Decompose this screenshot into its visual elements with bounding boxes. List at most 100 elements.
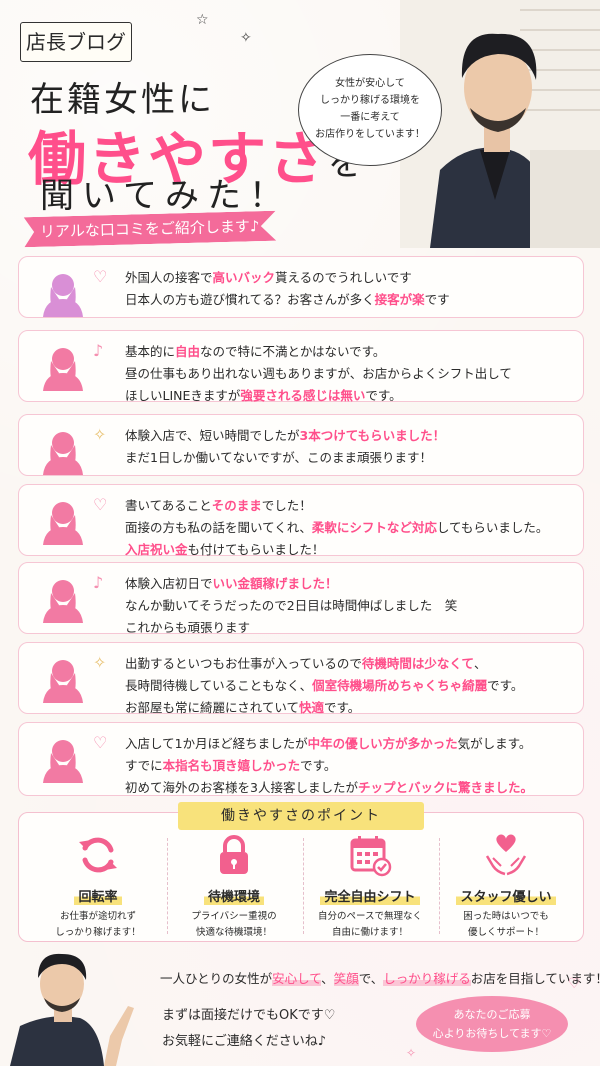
manager-speech-bubble: 女性が安心して しっかり稼げる環境を 一番に考えて お店作りをしています！ — [298, 54, 442, 166]
review-text-segment: 入店して1か月ほど経ちましたが — [125, 736, 308, 751]
footer-interview-note: まずは面接だけでもOKです♡ — [162, 1008, 336, 1023]
apply-cta-badge: あなたのご応募 心よりお待ちしてます♡ — [416, 996, 568, 1052]
review-text-segment: 長時間待機していることもなく、 — [125, 678, 313, 693]
review-highlight: チップとバックに驚きました。 — [357, 780, 533, 795]
review-text-segment: なんか動いてそうだったので2日目は時間伸ばしました 笑 — [125, 598, 458, 613]
music-note-icon: ♪ — [93, 573, 104, 592]
sparkle-icon: ☆ — [196, 12, 209, 28]
review-card: ✧ 出勤するといつもお仕事が入っているので待機時間は少なくて、 長時間待機しているこ… — [18, 642, 584, 715]
point-desc-line: 優しくサポート！ — [467, 927, 544, 938]
review-line: 基本的に自由なので特に不満とかはないです。 — [125, 341, 575, 363]
review-card: ♪ 体験入店初日でいい金額稼げました！ なんか動いてそうだったので2日目は時間伸ばし… — [18, 562, 584, 635]
review-text-segment: 面接の方も私の話を聞いてくれ、 — [125, 520, 312, 535]
avatar-icon — [43, 660, 83, 703]
footer-text-segment: で、 — [358, 971, 384, 986]
review-text-segment: 昼の仕事もあり出れない週もありますが、お店からよくシフト出して — [125, 366, 512, 381]
point-desc-line: 快適な待機環境！ — [195, 927, 272, 938]
blog-tag: 店長ブログ — [20, 22, 132, 62]
review-line: 日本人の方も遊び慣れてる？お客さんが多く接客が楽です — [125, 289, 575, 311]
review-text-segment: です。 — [324, 700, 361, 715]
avatar-icon — [43, 274, 83, 317]
review-text-segment: です。 — [487, 678, 524, 693]
point-title: 回転率 — [74, 886, 122, 905]
review-text: 外国人の接客で高いバック貰えるのでうれしいです 日本人の方も遊び慣れてる？お客さん… — [125, 267, 575, 311]
calendar-icon — [350, 836, 392, 877]
sparkle-icon: ✧ — [240, 30, 252, 46]
review-text-segment: 気がします。 — [457, 736, 532, 751]
review-text: 体験入店初日でいい金額稼げました！ なんか動いてそうだったので2日目は時間伸ばしま… — [125, 573, 575, 639]
review-line: 面接の方も私の話を聞いてくれ、柔軟にシフトなど対応してもらいました。 — [125, 517, 575, 539]
review-text-segment: です。 — [365, 388, 402, 403]
bubble-line: 女性が安心して — [335, 78, 405, 89]
review-card: ✧ 体験入店で、短い時間でしたが3本つけてもらいました！ まだ1日しか働いてないです… — [18, 414, 584, 476]
cta-line: あなたのご応募 — [453, 1008, 531, 1021]
review-text-segment: 出勤するといつもお仕事が入っているので — [125, 656, 362, 671]
review-highlight: 3本つけてもらいました！ — [299, 428, 446, 443]
review-highlight: そのまま — [211, 498, 262, 513]
review-line: ほしいLINEきますが強要される感じは無いです。 — [125, 385, 575, 407]
review-line: 書いてあることそのままでした！ — [125, 495, 575, 517]
review-text: 入店して1か月ほど経ちましたが中年の優しい方が多かった気がします。すでに本指名も… — [125, 733, 575, 799]
review-line: 入店祝い金も付けてもらいました！ — [125, 539, 575, 561]
review-line: お部屋も常に綺麗にされていて快適です。 — [125, 697, 575, 719]
review-text-segment: です。 — [300, 758, 337, 773]
review-highlight: 接客が楽 — [374, 292, 425, 307]
footer-highlight: 笑顔 — [333, 971, 359, 986]
sparkle-icon: ✧ — [93, 653, 107, 672]
review-highlight: 快適 — [299, 700, 325, 715]
page-title-line3: 聞いてみた！ — [40, 176, 291, 216]
review-text-segment: も付けてもらいました！ — [187, 542, 325, 557]
footer-message: 一人ひとりの女性が安心して、笑顔で、しっかり稼げるお店を目指しています！ — [160, 968, 600, 987]
review-text-segment: です — [424, 292, 450, 307]
review-highlight: 中年の優しい方が多かった — [307, 736, 458, 751]
avatar-icon — [43, 348, 83, 391]
footer-text-segment: 、 — [321, 971, 334, 986]
review-card: ♡ 書いてあることそのままでした！ 面接の方も私の話を聞いてくれ、柔軟にシフトなど対… — [18, 484, 584, 557]
review-text-segment: でした！ — [261, 498, 312, 513]
review-text-segment: お部屋も常に綺麗にされていて — [125, 700, 300, 715]
music-note-icon: ♪ — [93, 341, 104, 360]
review-text: 書いてあることそのままでした！ 面接の方も私の話を聞いてくれ、柔軟にシフトなど対応… — [125, 495, 575, 561]
footer-text-segment: お店を目指しています！ — [470, 971, 600, 986]
avatar-icon — [43, 580, 83, 623]
refresh-icon — [79, 837, 117, 873]
point-turnover: 回転率 お仕事が途切れず しっかり稼げます！ — [30, 826, 168, 938]
point-desc-line: 困った時はいつでも — [463, 911, 549, 922]
review-text-segment: 体験入店で、短い時間でしたが — [125, 428, 300, 443]
review-line: これからも頑張ります — [125, 617, 575, 639]
review-line: まだ1日しか働いてないですが、このまま頑張ります！ — [125, 447, 575, 469]
review-text-segment: ほしいLINEきますが — [125, 388, 241, 403]
footer-contact-note: お気軽にご連絡くださいね♪ — [162, 1034, 327, 1049]
sparkle-icon: ✧ — [406, 1046, 417, 1060]
review-highlight: 入店祝い金 — [125, 542, 188, 557]
review-line: 外国人の接客で高いバック貰えるのでうれしいです — [125, 267, 575, 289]
review-text-segment: 初めて海外のお客様を3人接客しましたが — [125, 780, 358, 795]
review-line: すでに本指名も頂き嬉しかったです。 — [125, 755, 575, 777]
review-text-segment: 基本的に — [125, 344, 176, 359]
review-card: ♪ 基本的に自由なので特に不満とかはないです。昼の仕事もあり出れない週もありますが… — [18, 330, 584, 403]
review-highlight: 高いバック — [212, 270, 276, 285]
point-free-shift: 完全自由シフト 自分のペースで無理なく 自由に働けます！ — [302, 826, 440, 938]
heart-icon: ♡ — [93, 495, 108, 514]
review-text-segment: 、 — [474, 656, 487, 671]
review-text-segment: 外国人の接客で — [125, 270, 213, 285]
review-text: 体験入店で、短い時間でしたが3本つけてもらいました！ まだ1日しか働いてないですが… — [125, 425, 575, 469]
review-line: 昼の仕事もあり出れない週もありますが、お店からよくシフト出して — [125, 363, 575, 385]
cta-line: 心よりお待ちしてます♡ — [432, 1027, 552, 1040]
review-card: ♡ 外国人の接客で高いバック貰えるのでうれしいです 日本人の方も遊び慣れてる？お客さ… — [18, 256, 584, 318]
review-line: 初めて海外のお客様を3人接客しましたがチップとバックに驚きました。 — [125, 777, 575, 799]
review-highlight: 本指名も頂き嬉しかった — [162, 758, 301, 773]
review-highlight: 柔軟にシフトなど対応 — [311, 520, 437, 535]
review-text-segment: すでに — [125, 758, 163, 773]
review-card: ♡ 入店して1か月ほど経ちましたが中年の優しい方が多かった気がします。 すでに本指名… — [18, 722, 584, 796]
review-text-segment: してもらいました。 — [436, 520, 549, 535]
point-desc-line: 自分のペースで無理なく — [317, 911, 423, 922]
review-text-segment: 日本人の方も遊び慣れてる？お客さんが多く — [125, 292, 375, 307]
review-text-segment: まだ1日しか働いてないですが、このまま頑張ります！ — [125, 450, 432, 465]
point-kind-staff: スタッフ優しい 困った時はいつでも 優しくサポート！ — [438, 826, 574, 938]
hands-heart-icon — [485, 834, 527, 876]
bubble-line: お店作りをしています！ — [315, 129, 425, 140]
bubble-line: 一番に考えて — [340, 112, 400, 123]
sparkle-icon: ✧ — [93, 425, 107, 444]
review-line: なんか動いてそうだったので2日目は時間伸ばしました 笑 — [125, 595, 575, 617]
